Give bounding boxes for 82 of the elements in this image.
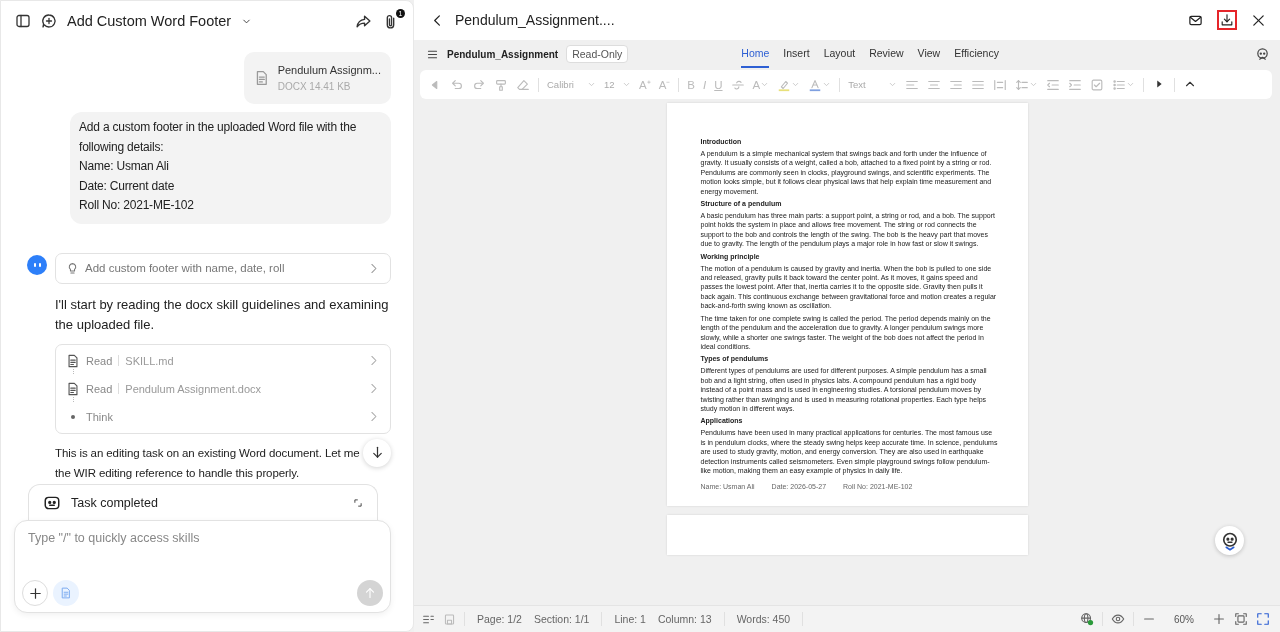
sidebar-toggle-icon — [15, 13, 31, 29]
style-dropdown[interactable]: Text — [848, 79, 889, 90]
file-name: Pendulum Assignm... — [277, 64, 381, 76]
robot-icon — [1255, 46, 1270, 62]
undo-icon — [450, 77, 464, 92]
caret-icon — [1126, 80, 1136, 89]
ribbon-tab[interactable]: Review — [869, 40, 904, 68]
task-status-label: Task completed — [71, 496, 158, 510]
document-icon — [66, 381, 80, 396]
status-item: Section: 1/1 — [533, 613, 590, 625]
bullet-list-icon — [1112, 77, 1127, 92]
zoom-level: 60% — [1173, 613, 1195, 625]
document-title: Pendulum_Assignment.... — [455, 12, 615, 28]
caret-icon — [888, 80, 898, 89]
caret-icon — [587, 80, 596, 89]
assistant-message: This is an editing task on an existing Word document. Let me the WIR editing reference to handle this properly. — [55, 446, 360, 479]
ribbon-tab[interactable]: Home — [741, 40, 770, 68]
zoom-in-icon — [1212, 612, 1226, 626]
step-row[interactable]: Think — [66, 402, 380, 431]
fit-page-icon — [1234, 612, 1248, 626]
distribute-icon — [993, 77, 1008, 92]
font-size-dropdown[interactable]: 12 — [604, 79, 622, 90]
attachment-card[interactable]: Pendulum Assignm... DOCX 14.41 KB — [244, 52, 391, 104]
status-item: Line: 1 — [614, 613, 646, 625]
bullet-icon — [71, 414, 75, 419]
close-icon — [1251, 12, 1266, 28]
caret-icon — [822, 80, 832, 89]
status-item: Column: 13 — [657, 613, 712, 625]
format-glyph-button[interactable]: I — [703, 78, 707, 91]
ribbon-tab[interactable]: Layout — [823, 40, 856, 68]
message-input[interactable]: Type "/" to quickly access skills — [22, 529, 383, 547]
user-message: Add a custom footer in the uploaded Word file with the following details: Name: Usman Ali Date: Current date Roll No: 2021-ME-102 — [70, 112, 391, 224]
expand-icon — [353, 498, 363, 508]
caret-icon — [622, 80, 631, 89]
format-glyph-button[interactable]: A⁺ — [639, 77, 651, 92]
format-glyph-button[interactable]: U — [714, 78, 723, 91]
document-icon — [60, 587, 72, 599]
assistant-button[interactable] — [1215, 526, 1244, 555]
ribbon-tab[interactable]: Insert — [783, 40, 810, 68]
arrow-up-icon — [363, 586, 377, 600]
status-item: Page: 1/2 — [477, 613, 522, 625]
assistant-avatar — [27, 254, 47, 275]
download-button[interactable] — [1217, 10, 1237, 30]
robot-face-icon — [43, 494, 61, 512]
format-glyph-button[interactable]: B — [687, 78, 695, 91]
read-only-badge: Read-Only — [566, 45, 629, 63]
ribbon-tab[interactable]: View — [917, 40, 941, 68]
plus-icon — [27, 585, 43, 601]
line-spacing-icon — [1015, 77, 1030, 92]
status-item: Words: 450 — [736, 613, 791, 625]
checkbox-icon — [1090, 77, 1105, 92]
ribbon-tab[interactable]: Efficiency — [954, 40, 999, 68]
indent-icon — [1068, 77, 1083, 92]
eraser-icon — [516, 77, 530, 92]
suggestion-bar[interactable]: Add custom footer with name, date, roll — [55, 252, 391, 284]
download-icon — [1220, 13, 1234, 27]
file-meta: DOCX 14.41 KB — [277, 81, 352, 92]
chat-title[interactable]: Add Custom Word Footer — [67, 13, 232, 29]
redo-icon — [472, 77, 486, 92]
globe-icon — [1080, 612, 1094, 626]
font-dropdown[interactable]: Calibri — [547, 79, 587, 90]
caret-icon — [760, 80, 770, 89]
fullscreen-icon — [1256, 612, 1270, 626]
outdent-icon — [1046, 77, 1061, 92]
caret-icon — [791, 80, 801, 89]
format-painter-icon — [494, 77, 508, 92]
message-composer[interactable]: Type "/" to quickly access skills — [14, 520, 391, 613]
new-chat-icon — [41, 13, 57, 29]
eye-icon — [1111, 612, 1125, 626]
document-icon — [66, 353, 80, 368]
assistant-message: I'll start by reading the docx skill guidelines and examining the uploaded file. — [55, 295, 390, 334]
step-row[interactable]: Read Pendulum Assignment.docx — [66, 374, 380, 403]
save-icon — [443, 612, 456, 626]
add-button[interactable] — [22, 580, 48, 606]
file-name: Pendulum_Assignment — [447, 48, 559, 60]
font-color-icon — [808, 77, 823, 92]
caret-icon — [1029, 80, 1039, 89]
step-row[interactable]: Read SKILL.md — [66, 346, 380, 375]
lightbulb-icon — [66, 261, 79, 275]
format-glyph-button[interactable]: A — [752, 78, 761, 91]
format-glyph-button[interactable]: A⁻ — [658, 77, 671, 92]
scroll-down-button[interactable] — [363, 438, 391, 467]
